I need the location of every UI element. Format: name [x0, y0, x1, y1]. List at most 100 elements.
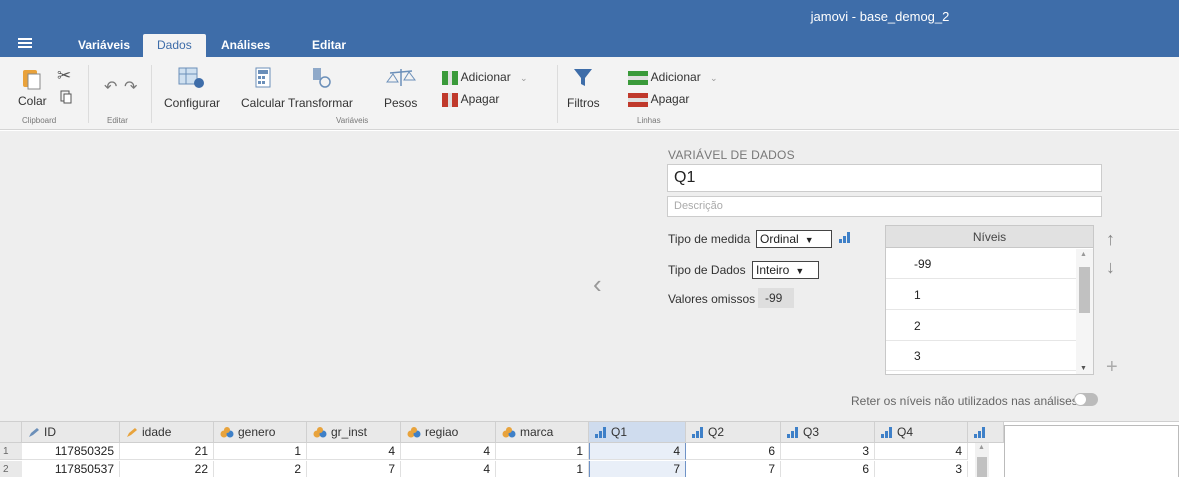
table-cell[interactable]: 21 — [120, 443, 214, 460]
column-header-idade[interactable]: idade — [120, 422, 214, 443]
move-down-arrow-icon[interactable]: ↓ — [1106, 257, 1115, 278]
section-title: VARIÁVEL DE DADOS — [668, 148, 795, 162]
title-bar: jamovi - base_demog_2 Variáveis Dados An… — [0, 0, 1179, 57]
description-field[interactable]: Descrição — [667, 196, 1102, 217]
table-cell[interactable]: 3 — [875, 461, 968, 477]
level-item[interactable]: -99 — [886, 249, 1076, 279]
delete-row-icon — [628, 92, 648, 107]
delete-column-icon — [442, 92, 458, 107]
tab-variables[interactable]: Variáveis — [64, 34, 144, 57]
add-row-icon — [628, 70, 648, 85]
scroll-down-icon[interactable]: ▼ — [1080, 365, 1087, 372]
transform-icon — [313, 68, 332, 88]
level-item[interactable]: 1 — [886, 280, 1076, 310]
column-header-next[interactable] — [968, 422, 1004, 443]
column-header-id[interactable]: ID — [22, 422, 120, 443]
column-header-gr-inst[interactable]: gr_inst — [307, 422, 401, 443]
measure-type-value: Ordinal — [760, 232, 799, 246]
column-name: regiao — [425, 425, 459, 439]
column-header-q2[interactable]: Q2 — [686, 422, 781, 443]
row-number[interactable]: 1 — [0, 443, 22, 460]
add-variable-button[interactable]: Adicionar ⌄ — [442, 70, 528, 85]
undo-icon[interactable]: ↶ — [104, 77, 117, 97]
weights-button[interactable]: Pesos — [384, 66, 417, 110]
column-header-marca[interactable]: marca — [496, 422, 589, 443]
column-header-genero[interactable]: genero — [214, 422, 307, 443]
delete-row-button[interactable]: Apagar — [628, 92, 689, 107]
filters-label: Filtros — [567, 96, 600, 110]
data-type-label: Tipo de Dados — [668, 263, 746, 277]
add-row-button[interactable]: Adicionar ⌄ — [628, 70, 718, 85]
missing-value-chip[interactable]: -99 — [758, 288, 794, 308]
table-cell[interactable]: 4 — [401, 461, 496, 477]
paste-button[interactable]: Colar — [18, 67, 47, 108]
table-cell[interactable]: 1 — [496, 461, 589, 477]
table-cell[interactable]: 117850325 — [22, 443, 120, 460]
compute-label: Calcular — [241, 96, 286, 110]
column-header-q4[interactable]: Q4 — [875, 422, 968, 443]
scroll-up-icon[interactable]: ▲ — [978, 444, 985, 451]
add-level-plus-icon[interactable]: + — [1106, 356, 1118, 379]
nominal-icon — [220, 427, 234, 438]
scrollbar-thumb[interactable] — [977, 457, 987, 477]
data-type-select[interactable]: Inteiro ▼ — [752, 261, 819, 279]
table-cell[interactable]: 2 — [214, 461, 307, 477]
table-cell[interactable]: 7 — [307, 461, 401, 477]
table-cell[interactable]: 4 — [875, 443, 968, 460]
move-up-arrow-icon[interactable]: ↑ — [1106, 229, 1115, 250]
grid-scrollbar[interactable]: ▲ — [975, 443, 989, 477]
add-variable-label: Adicionar — [460, 70, 511, 84]
table-cell[interactable]: 22 — [120, 461, 214, 477]
setup-label: Configurar — [164, 96, 221, 110]
measure-type-select[interactable]: Ordinal ▼ — [756, 230, 832, 248]
table-cell[interactable]: 7 — [686, 461, 781, 477]
copy-icon[interactable] — [60, 90, 72, 107]
scale-icon — [385, 69, 416, 86]
levels-scrollbar[interactable]: ▲ ▼ — [1076, 249, 1093, 374]
table-cell[interactable]: 3 — [781, 443, 875, 460]
delete-variable-button[interactable]: Apagar — [442, 92, 499, 107]
app-title: jamovi - base_demog_2 — [810, 9, 950, 24]
hamburger-menu-icon[interactable] — [18, 38, 32, 48]
edit-group-label: Editar — [107, 116, 128, 125]
paste-icon — [23, 70, 41, 90]
calculator-icon — [255, 67, 271, 88]
table-cell[interactable]: 6 — [781, 461, 875, 477]
column-header-q1[interactable]: Q1 — [589, 422, 686, 443]
setup-button[interactable]: Configurar — [164, 66, 220, 110]
transform-button[interactable]: Transformar — [288, 66, 353, 110]
separator — [557, 65, 558, 123]
column-header-q3[interactable]: Q3 — [781, 422, 875, 443]
column-header-regiao[interactable]: regiao — [401, 422, 496, 443]
level-item[interactable]: 3 — [886, 341, 1076, 371]
table-cell[interactable]: 7 — [589, 461, 686, 477]
redo-icon[interactable]: ↷ — [124, 77, 137, 97]
nominal-icon — [313, 427, 327, 438]
filters-button[interactable]: Filtros — [567, 66, 600, 110]
scrollbar-thumb[interactable] — [1079, 267, 1090, 313]
table-cell[interactable]: 4 — [401, 443, 496, 460]
variable-name-field[interactable]: Q1 — [667, 164, 1102, 192]
table-cell[interactable]: 6 — [686, 443, 781, 460]
scroll-up-icon[interactable]: ▲ — [1080, 251, 1087, 258]
tab-data[interactable]: Dados — [143, 34, 206, 57]
compute-button[interactable]: Calcular — [241, 66, 285, 110]
nominal-icon — [407, 427, 421, 438]
chevron-down-icon: ⌄ — [710, 73, 718, 83]
table-cell[interactable]: 1 — [214, 443, 307, 460]
delete-row-label: Apagar — [650, 92, 690, 106]
data-grid: ID idade genero gr_inst regiao marca Q1 … — [0, 421, 1179, 477]
cut-icon[interactable]: ✂ — [57, 66, 71, 86]
table-cell[interactable]: 117850537 — [22, 461, 120, 477]
tab-edit[interactable]: Editar — [298, 34, 360, 57]
row-number[interactable]: 2 — [0, 461, 22, 477]
table-cell[interactable]: 4 — [307, 443, 401, 460]
retain-levels-toggle[interactable] — [1074, 393, 1098, 406]
add-column-icon — [442, 70, 458, 85]
table-cell[interactable]: 4 — [589, 443, 686, 460]
chevron-left-icon[interactable]: ‹ — [593, 269, 602, 300]
column-name: Q4 — [897, 425, 914, 439]
table-cell[interactable]: 1 — [496, 443, 589, 460]
tab-analyses[interactable]: Análises — [207, 34, 284, 57]
level-item[interactable]: 2 — [886, 311, 1076, 341]
